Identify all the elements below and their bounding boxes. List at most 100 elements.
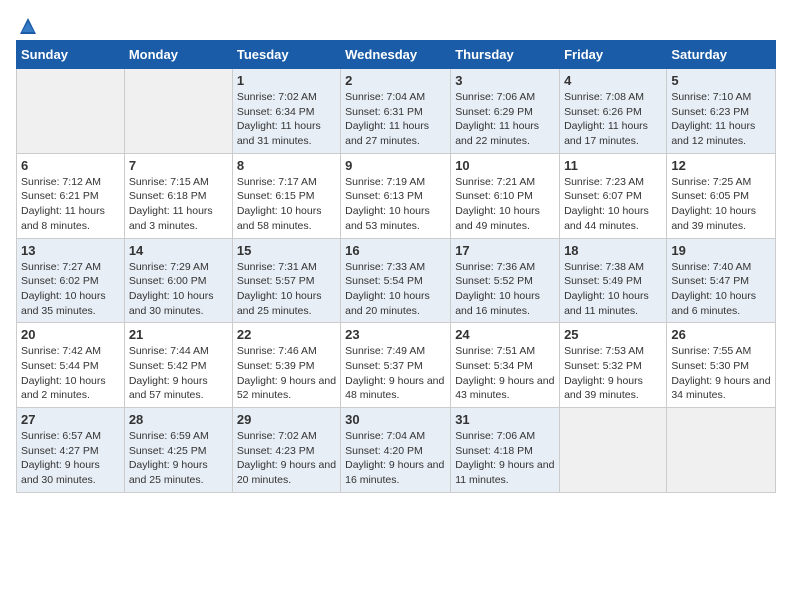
day-cell: 5 Sunrise: 7:10 AMSunset: 6:23 PMDaylight… xyxy=(667,69,776,154)
day-info: Sunrise: 7:33 AMSunset: 5:54 PMDaylight:… xyxy=(345,260,446,319)
week-row-1: 1 Sunrise: 7:02 AMSunset: 6:34 PMDaylight… xyxy=(17,69,776,154)
day-info: Sunrise: 7:49 AMSunset: 5:37 PMDaylight:… xyxy=(345,344,446,403)
week-row-2: 6 Sunrise: 7:12 AMSunset: 6:21 PMDaylight… xyxy=(17,153,776,238)
day-cell xyxy=(560,408,667,493)
day-cell: 10 Sunrise: 7:21 AMSunset: 6:10 PMDayligh… xyxy=(451,153,560,238)
day-number: 9 xyxy=(345,158,446,173)
day-info: Sunrise: 7:42 AMSunset: 5:44 PMDaylight:… xyxy=(21,344,120,403)
day-info: Sunrise: 7:04 AMSunset: 4:20 PMDaylight:… xyxy=(345,429,446,488)
day-number: 4 xyxy=(564,73,662,88)
day-info: Sunrise: 7:02 AMSunset: 4:23 PMDaylight:… xyxy=(237,429,336,488)
day-cell: 23 Sunrise: 7:49 AMSunset: 5:37 PMDayligh… xyxy=(341,323,451,408)
day-number: 8 xyxy=(237,158,336,173)
day-number: 20 xyxy=(21,327,120,342)
day-info: Sunrise: 7:04 AMSunset: 6:31 PMDaylight:… xyxy=(345,90,446,149)
day-number: 1 xyxy=(237,73,336,88)
day-info: Sunrise: 7:51 AMSunset: 5:34 PMDaylight:… xyxy=(455,344,555,403)
day-cell: 6 Sunrise: 7:12 AMSunset: 6:21 PMDaylight… xyxy=(17,153,125,238)
day-info: Sunrise: 7:12 AMSunset: 6:21 PMDaylight:… xyxy=(21,175,120,234)
day-number: 22 xyxy=(237,327,336,342)
day-cell: 1 Sunrise: 7:02 AMSunset: 6:34 PMDaylight… xyxy=(232,69,340,154)
day-info: Sunrise: 7:21 AMSunset: 6:10 PMDaylight:… xyxy=(455,175,555,234)
weekday-header-friday: Friday xyxy=(560,41,667,69)
day-info: Sunrise: 7:08 AMSunset: 6:26 PMDaylight:… xyxy=(564,90,662,149)
day-number: 23 xyxy=(345,327,446,342)
day-number: 5 xyxy=(671,73,771,88)
calendar-table: SundayMondayTuesdayWednesdayThursdayFrid… xyxy=(16,40,776,493)
day-info: Sunrise: 7:36 AMSunset: 5:52 PMDaylight:… xyxy=(455,260,555,319)
day-cell: 21Sunrise: 7:44 AMSunset: 5:42 PMDayligh… xyxy=(124,323,232,408)
day-number: 24 xyxy=(455,327,555,342)
day-number: 29 xyxy=(237,412,336,427)
day-info: Sunrise: 7:46 AMSunset: 5:39 PMDaylight:… xyxy=(237,344,336,403)
day-cell: 8 Sunrise: 7:17 AMSunset: 6:15 PMDaylight… xyxy=(232,153,340,238)
day-info: Sunrise: 7:23 AMSunset: 6:07 PMDaylight:… xyxy=(564,175,662,234)
day-cell: 17 Sunrise: 7:36 AMSunset: 5:52 PMDayligh… xyxy=(451,238,560,323)
day-cell: 11 Sunrise: 7:23 AMSunset: 6:07 PMDayligh… xyxy=(560,153,667,238)
day-info: Sunrise: 7:19 AMSunset: 6:13 PMDaylight:… xyxy=(345,175,446,234)
weekday-header-tuesday: Tuesday xyxy=(232,41,340,69)
day-number: 12 xyxy=(671,158,771,173)
weekday-header-wednesday: Wednesday xyxy=(341,41,451,69)
day-cell: 16 Sunrise: 7:33 AMSunset: 5:54 PMDayligh… xyxy=(341,238,451,323)
day-cell: 24 Sunrise: 7:51 AMSunset: 5:34 PMDayligh… xyxy=(451,323,560,408)
day-number: 14 xyxy=(129,243,228,258)
day-cell: 20 Sunrise: 7:42 AMSunset: 5:44 PMDayligh… xyxy=(17,323,125,408)
day-number: 25 xyxy=(564,327,662,342)
day-cell: 22 Sunrise: 7:46 AMSunset: 5:39 PMDayligh… xyxy=(232,323,340,408)
day-number: 13 xyxy=(21,243,120,258)
day-info: Sunrise: 7:10 AMSunset: 6:23 PMDaylight:… xyxy=(671,90,771,149)
day-cell: 30 Sunrise: 7:04 AMSunset: 4:20 PMDayligh… xyxy=(341,408,451,493)
day-number: 16 xyxy=(345,243,446,258)
day-cell: 3Sunrise: 7:06 AMSunset: 6:29 PMDaylight… xyxy=(451,69,560,154)
weekday-header-sunday: Sunday xyxy=(17,41,125,69)
day-number: 17 xyxy=(455,243,555,258)
day-number: 30 xyxy=(345,412,446,427)
day-cell: 29 Sunrise: 7:02 AMSunset: 4:23 PMDayligh… xyxy=(232,408,340,493)
day-cell: 9 Sunrise: 7:19 AMSunset: 6:13 PMDaylight… xyxy=(341,153,451,238)
day-cell: 12Sunrise: 7:25 AMSunset: 6:05 PMDayligh… xyxy=(667,153,776,238)
day-cell: 27Sunrise: 6:57 AMSunset: 4:27 PMDayligh… xyxy=(17,408,125,493)
day-cell: 13Sunrise: 7:27 AMSunset: 6:02 PMDayligh… xyxy=(17,238,125,323)
day-info: Sunrise: 6:59 AMSunset: 4:25 PMDaylight:… xyxy=(129,429,228,488)
logo xyxy=(16,16,38,30)
day-number: 7 xyxy=(129,158,228,173)
day-number: 31 xyxy=(455,412,555,427)
day-info: Sunrise: 7:29 AMSunset: 6:00 PMDaylight:… xyxy=(129,260,228,319)
weekday-header-row: SundayMondayTuesdayWednesdayThursdayFrid… xyxy=(17,41,776,69)
day-cell xyxy=(667,408,776,493)
day-number: 18 xyxy=(564,243,662,258)
day-info: Sunrise: 7:38 AMSunset: 5:49 PMDaylight:… xyxy=(564,260,662,319)
day-info: Sunrise: 7:31 AMSunset: 5:57 PMDaylight:… xyxy=(237,260,336,319)
day-info: Sunrise: 7:02 AMSunset: 6:34 PMDaylight:… xyxy=(237,90,336,149)
day-cell xyxy=(17,69,125,154)
week-row-3: 13Sunrise: 7:27 AMSunset: 6:02 PMDayligh… xyxy=(17,238,776,323)
day-number: 10 xyxy=(455,158,555,173)
day-number: 28 xyxy=(129,412,228,427)
day-cell: 15 Sunrise: 7:31 AMSunset: 5:57 PMDayligh… xyxy=(232,238,340,323)
weekday-header-monday: Monday xyxy=(124,41,232,69)
day-info: Sunrise: 7:06 AMSunset: 4:18 PMDaylight:… xyxy=(455,429,555,488)
day-info: Sunrise: 7:17 AMSunset: 6:15 PMDaylight:… xyxy=(237,175,336,234)
day-cell: 7 Sunrise: 7:15 AMSunset: 6:18 PMDaylight… xyxy=(124,153,232,238)
day-info: Sunrise: 7:55 AMSunset: 5:30 PMDaylight:… xyxy=(671,344,771,403)
day-info: Sunrise: 7:44 AMSunset: 5:42 PMDaylight:… xyxy=(129,344,228,403)
day-info: Sunrise: 7:15 AMSunset: 6:18 PMDaylight:… xyxy=(129,175,228,234)
day-cell: 31 Sunrise: 7:06 AMSunset: 4:18 PMDayligh… xyxy=(451,408,560,493)
day-cell: 19Sunrise: 7:40 AMSunset: 5:47 PMDayligh… xyxy=(667,238,776,323)
page-header xyxy=(16,16,776,30)
weekday-header-saturday: Saturday xyxy=(667,41,776,69)
day-number: 2 xyxy=(345,73,446,88)
weekday-header-thursday: Thursday xyxy=(451,41,560,69)
day-info: Sunrise: 7:53 AMSunset: 5:32 PMDaylight:… xyxy=(564,344,662,403)
day-number: 3 xyxy=(455,73,555,88)
day-number: 6 xyxy=(21,158,120,173)
logo-icon xyxy=(18,16,38,36)
day-number: 26 xyxy=(671,327,771,342)
day-info: Sunrise: 7:40 AMSunset: 5:47 PMDaylight:… xyxy=(671,260,771,319)
week-row-4: 20 Sunrise: 7:42 AMSunset: 5:44 PMDayligh… xyxy=(17,323,776,408)
day-number: 11 xyxy=(564,158,662,173)
day-cell xyxy=(124,69,232,154)
day-number: 15 xyxy=(237,243,336,258)
day-cell: 26 Sunrise: 7:55 AMSunset: 5:30 PMDayligh… xyxy=(667,323,776,408)
